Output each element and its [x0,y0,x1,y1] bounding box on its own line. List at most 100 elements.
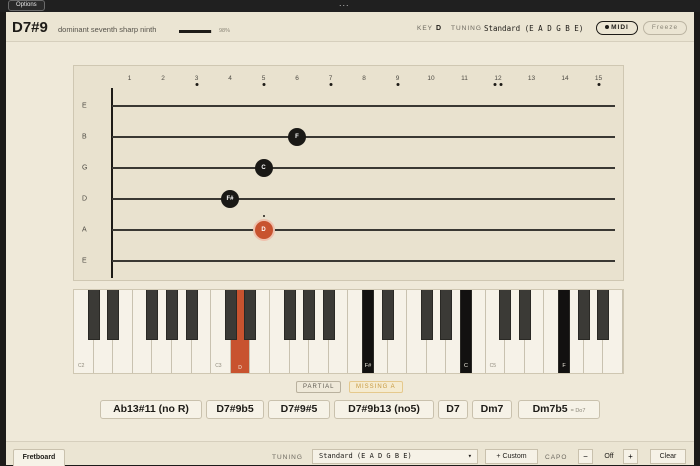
octave-label: C2 [78,363,85,369]
alternative-chord-chip[interactable]: D7#9b5 [206,400,264,419]
alternative-chord-chip[interactable]: D7#9#5 [268,400,330,419]
chord-name: D7#9 [12,19,48,36]
footer-tuning-label: TUNING [272,454,303,461]
fret-number: 14 [561,75,569,82]
string-label: A [82,226,87,234]
guitar-string [112,105,615,107]
fret-number: 10 [427,75,435,82]
note-marker[interactable]: C [254,159,273,177]
piano-key-black[interactable] [107,290,120,340]
piano-key-black[interactable] [597,290,610,340]
key-note-label: C [464,363,468,369]
key-value: D [436,25,442,32]
tuning-value: Standard (E A D G B E) [484,24,584,33]
midi-toggle[interactable]: MIDI [596,21,638,35]
alternative-chord-chip[interactable]: D7 [438,400,468,419]
string-label: E [82,102,87,110]
fret-number: 13 [527,75,536,82]
alternative-chord-name: D7#9b5 [216,403,254,415]
tuning-select-value: Standard (E A D G B E) [319,452,412,460]
piano-key-black[interactable] [322,290,335,340]
guitar-string [112,229,615,231]
capo-value: Off [604,453,614,460]
string-label: B [82,133,87,141]
fret-number: 12 [494,75,502,82]
guitar-string [112,167,615,169]
custom-tuning-button[interactable]: + Custom [485,449,538,464]
piano-key-black[interactable] [420,290,433,340]
piano-key-black[interactable] [244,290,257,340]
fret-number: 9 [395,75,400,82]
alternative-chord-chip[interactable]: D7#9b13 (no5) [334,400,434,419]
piano-key-black[interactable] [303,290,316,340]
string-label: E [82,257,87,265]
piano-key-highlighted[interactable]: F [558,290,570,373]
guitar-string [112,198,615,200]
clear-button[interactable]: Clear [650,449,686,464]
alternative-chord-chip[interactable]: Dm7b5 = Do7 [518,400,600,419]
alternative-chord-name: Dm7 [480,403,504,415]
tuning-select[interactable]: Standard (E A D G B E) ▾ [312,449,478,464]
missing-note-badge: MISSING A [349,381,403,393]
window-menu-icon[interactable]: ... [339,0,350,8]
piano-key-black[interactable] [146,290,159,340]
fret-number: 6 [295,75,299,82]
root-note-marker[interactable]: D [254,221,273,239]
alternative-chord-chip[interactable]: Dm7 [472,400,512,419]
alternative-chord-equivalent: = Do7 [570,408,586,414]
options-button[interactable]: Options [8,0,45,11]
piano-key-black[interactable] [499,290,512,340]
app-window: D7#9 dominant seventh sharp ninth 98% KE… [6,12,694,466]
midi-label: MIDI [611,24,629,31]
fret-inlay-dot [262,83,265,86]
piano-key-black[interactable] [185,290,198,340]
piano-key-highlighted[interactable]: C [460,290,472,373]
fret-number: 7 [328,75,333,82]
guitar-string [112,260,615,262]
piano-key-highlighted[interactable]: F# [362,290,374,373]
confidence-bar [179,30,212,33]
chord-description: dominant seventh sharp ninth [58,25,157,34]
window-titlebar: Options ... [0,0,700,12]
alternative-chord-name: D7 [446,403,460,415]
piano-key-black[interactable] [440,290,453,340]
key-note-label: F [562,363,566,369]
piano-key-black[interactable] [381,290,394,340]
fret-number: 4 [228,75,232,82]
alternative-chord-name: D7#9#5 [280,403,318,415]
fret-inlay-dot [597,83,600,86]
fretboard[interactable]: 1 2 3 4 5 6 7 8 9 10 11 12 13 14 15 E B G D A E F C F# D [73,65,624,281]
root-indicator-icon [262,215,265,217]
piano-key-black[interactable] [87,290,100,340]
piano-key-black[interactable] [224,290,237,340]
chevron-down-icon: ▾ [467,452,472,460]
string-label: G [82,164,88,172]
piano-keyboard[interactable]: D F# C F C2 C3 C5 [73,289,624,374]
note-marker[interactable]: F# [221,190,239,208]
alternative-chord-name: D7#9b13 (no5) [348,403,420,415]
key-note-label: F# [364,363,372,369]
piano-key-black[interactable] [283,290,296,340]
fret-number: 5 [261,75,266,82]
note-marker[interactable]: F [288,128,306,146]
fret-number: 15 [594,75,603,82]
midi-status-icon [605,25,610,30]
partial-badge: PARTIAL [296,381,342,393]
capo-decrease-button[interactable]: − [578,449,593,464]
piano-key-black[interactable] [518,290,531,340]
tab-fretboard[interactable]: Fretboard [13,449,65,466]
fret-inlay-dot [499,83,503,86]
freeze-button[interactable]: Freeze [643,21,687,35]
chord-header: D7#9 dominant seventh sharp ninth 98% KE… [6,12,694,42]
octave-label: C3 [215,363,222,369]
fret-inlay-dot [329,83,332,86]
piano-key-black[interactable] [166,290,178,340]
piano-key-black[interactable] [577,290,590,340]
fret-number: 1 [127,75,132,82]
fret-inlay-dot [396,83,399,86]
alternative-chord-chip[interactable]: Ab13#11 (no R) [100,400,202,419]
fretboard-nut [111,88,113,278]
capo-increase-button[interactable]: + [623,449,638,464]
fret-number: 2 [161,75,165,82]
fret-inlay-dot [195,83,198,86]
